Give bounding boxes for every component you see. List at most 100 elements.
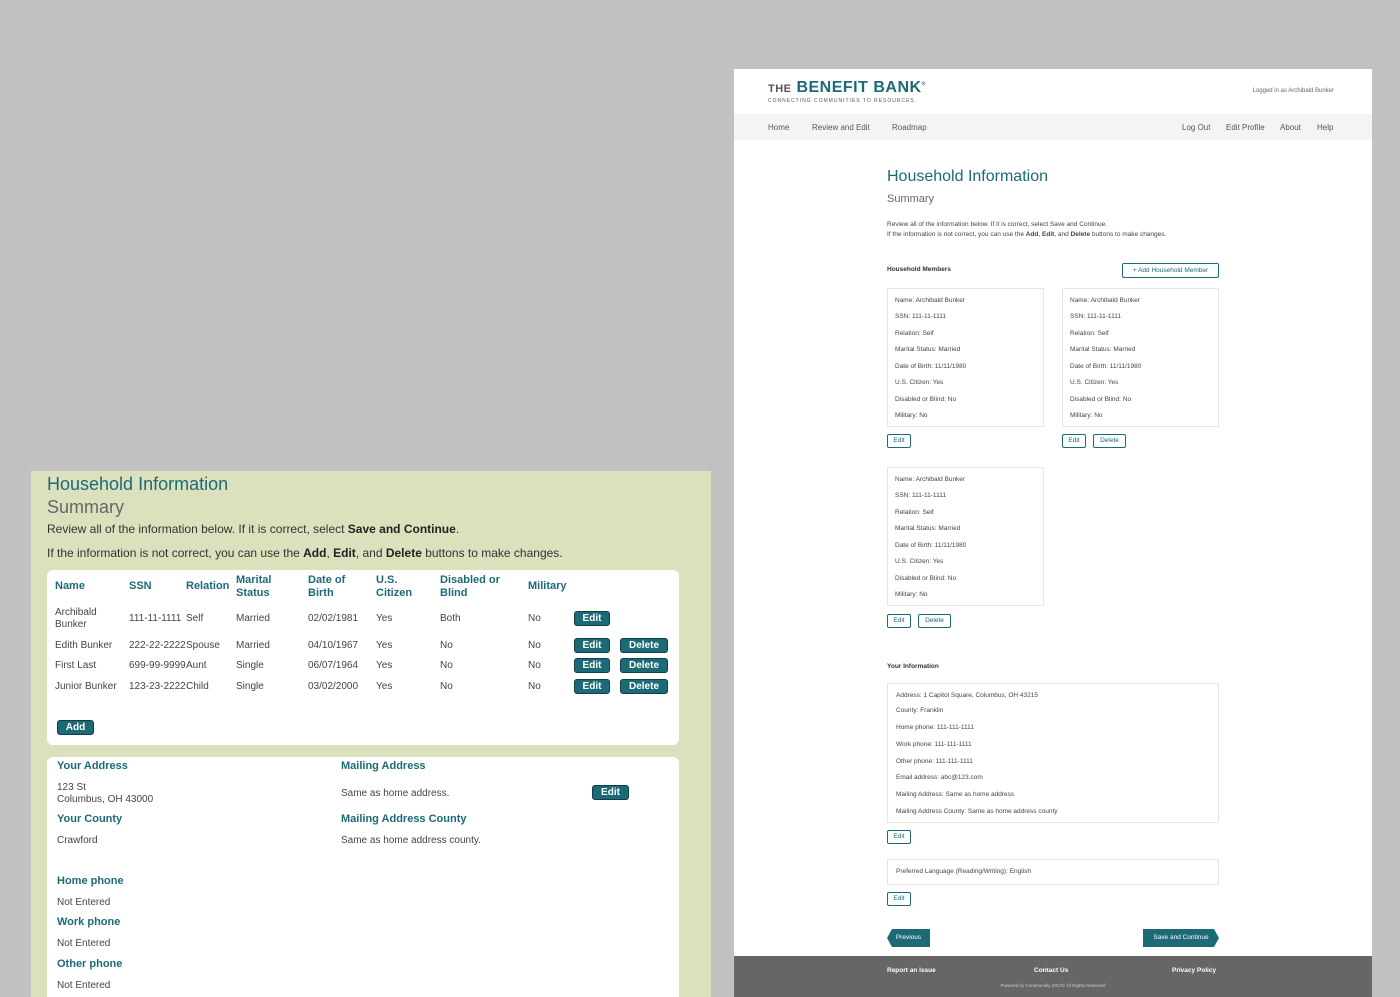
info-other-phone: Other phone: 111-111-1111 <box>896 758 973 765</box>
add-household-member-button[interactable]: + Add Household Member <box>1122 263 1219 278</box>
logged-in-status: Logged in as Archibald Bunker <box>1252 88 1334 94</box>
cell-military: No <box>528 660 541 671</box>
new-design-page: THE BENEFIT BANK® CONNECTING COMMUNITIES… <box>734 69 1372 997</box>
col-header-disabled: Disabled or Blind <box>440 574 500 599</box>
county-value: Crawford <box>57 835 98 846</box>
delete-button[interactable]: Delete <box>620 679 668 694</box>
address-card: Your Address 123 St Columbus, OH 43000 Ma… <box>47 757 679 997</box>
cell-dob: 02/02/1981 <box>308 613 359 624</box>
member-card: Name: Archibald Bunker SSN: 111-11-1111 … <box>887 288 1044 427</box>
nav-home[interactable]: Home <box>768 123 789 132</box>
your-address-label: Your Address <box>57 760 128 772</box>
delete-member-button[interactable]: Delete <box>1093 434 1126 448</box>
page-subtitle: Summary <box>47 497 125 517</box>
contact-us-link[interactable]: Contact Us <box>1034 967 1068 974</box>
household-table: Name SSN Relation Marital Status Date of B… <box>47 570 679 745</box>
report-issue-link[interactable]: Report an Issue <box>887 967 936 974</box>
info-address: Address: 1 Capitol Square, Columbus, OH … <box>896 692 1038 699</box>
your-information-card: Address: 1 Capitol Square, Columbus, OH … <box>887 683 1219 823</box>
edit-language-button[interactable]: Edit <box>887 892 911 906</box>
benefit-bank-logo[interactable]: THE BENEFIT BANK® CONNECTING COMMUNITIES… <box>768 79 926 104</box>
cell-name: Junior Bunker <box>55 681 117 692</box>
cell-ssn: 222-22-2222 <box>129 640 186 651</box>
nav-about[interactable]: About <box>1280 123 1301 132</box>
cell-relation: Self <box>186 613 204 624</box>
privacy-policy-link[interactable]: Privacy Policy <box>1172 967 1216 974</box>
home-phone-label: Home phone <box>57 875 124 887</box>
member-ssn: SSN: 111-11-1111 <box>895 313 946 320</box>
nav-roadmap[interactable]: Roadmap <box>892 123 927 132</box>
cell-marital: Married <box>236 613 270 624</box>
edit-member-button[interactable]: Edit <box>887 614 911 628</box>
old-design-panel: Household Information Summary Review all… <box>31 471 711 997</box>
info-email: Email address: abc@123.com <box>896 774 983 781</box>
col-header-military: Military <box>528 580 567 592</box>
nav-edit-profile[interactable]: Edit Profile <box>1226 123 1265 132</box>
save-and-continue-button[interactable]: Save and Continue <box>1143 929 1219 947</box>
info-work-phone: Work phone: 111-111-1111 <box>896 741 972 748</box>
edit-member-button[interactable]: Edit <box>887 434 911 448</box>
info-home-phone: Home phone: 111-111-1111 <box>896 724 974 731</box>
edit-info-button[interactable]: Edit <box>887 830 911 844</box>
cell-citizen: Yes <box>376 681 393 692</box>
nav-help[interactable]: Help <box>1317 123 1333 132</box>
delete-button[interactable]: Delete <box>620 638 668 653</box>
previous-button[interactable]: Previous <box>887 929 930 947</box>
member-name: Name: Archibald Bunker <box>895 297 966 304</box>
edit-button[interactable]: Edit <box>574 638 610 653</box>
cell-relation: Child <box>186 681 209 692</box>
cell-dob: 04/10/1967 <box>308 640 359 651</box>
cell-disabled: No <box>440 681 453 692</box>
cell-name: Archibald Bunker <box>55 607 97 630</box>
cell-citizen: Yes <box>376 660 393 671</box>
member-military: Military: No <box>1070 412 1103 419</box>
nav-bar: Home Review and Edit Roadmap Log Out Edi… <box>734 114 1372 140</box>
col-header-name: Name <box>55 580 85 592</box>
col-header-marital: Marital Status <box>236 574 272 599</box>
edit-member-button[interactable]: Edit <box>1062 434 1086 448</box>
info-mailing-county: Mailing Address County: Same as home add… <box>896 808 1058 815</box>
edit-button[interactable]: Edit <box>574 679 610 694</box>
home-phone-value: Not Entered <box>57 897 111 908</box>
change-instructions: If the information is not correct, you c… <box>47 546 563 560</box>
info-mailing-address: Mailing Address: Same as home address <box>896 791 1015 798</box>
cell-ssn: 123-23-2222 <box>129 681 186 692</box>
page-subtitle: Summary <box>887 193 935 205</box>
member-card: Name: Archibald Bunker SSN: 111-11-1111 … <box>1062 288 1219 427</box>
work-phone-label: Work phone <box>57 916 121 928</box>
cell-military: No <box>528 613 541 624</box>
delete-button[interactable]: Delete <box>620 658 668 673</box>
edit-button[interactable]: Edit <box>574 611 610 626</box>
cell-name: Edith Bunker <box>55 640 113 651</box>
address-value: 123 St Columbus, OH 43000 <box>57 782 154 805</box>
nav-log-out[interactable]: Log Out <box>1182 123 1210 132</box>
page-title: Household Information <box>47 474 229 494</box>
delete-member-button[interactable]: Delete <box>918 614 951 628</box>
member-relation: Relation: Self <box>895 330 934 337</box>
member-dob: Date of Birth: 11/11/1980 <box>1070 363 1142 370</box>
household-members-heading: Household Members <box>887 266 951 273</box>
cell-relation: Aunt <box>186 660 207 671</box>
cell-ssn: 699-99-9999 <box>129 660 186 671</box>
work-phone-value: Not Entered <box>57 938 111 949</box>
member-name: Name: Archibald Bunker <box>895 476 966 483</box>
nav-review-and-edit[interactable]: Review and Edit <box>812 123 870 132</box>
review-instructions: Review all of the information below. If … <box>47 522 460 536</box>
language-card: Preferred Language (Reading/Writing): En… <box>887 859 1219 885</box>
cell-name: First Last <box>55 660 97 671</box>
member-citizen: U.S. Citizen: Yes <box>1070 379 1119 386</box>
member-disabled: Disabled or Blind: No <box>1070 396 1132 403</box>
member-relation: Relation: Self <box>1070 330 1109 337</box>
member-name: Name: Archibald Bunker <box>1070 297 1141 304</box>
member-citizen: U.S. Citizen: Yes <box>895 558 944 565</box>
edit-button[interactable]: Edit <box>574 658 610 673</box>
mailing-address-value: Same as home address. <box>341 788 450 799</box>
col-header-citizen: U.S. Citizen <box>376 574 413 599</box>
cell-military: No <box>528 640 541 651</box>
add-button[interactable]: Add <box>57 720 94 735</box>
col-header-relation: Relation <box>186 580 230 592</box>
col-header-dob: Date of Birth <box>308 574 346 599</box>
edit-address-button[interactable]: Edit <box>592 785 629 800</box>
member-disabled: Disabled or Blind: No <box>895 396 957 403</box>
member-dob: Date of Birth: 11/11/1980 <box>895 542 967 549</box>
